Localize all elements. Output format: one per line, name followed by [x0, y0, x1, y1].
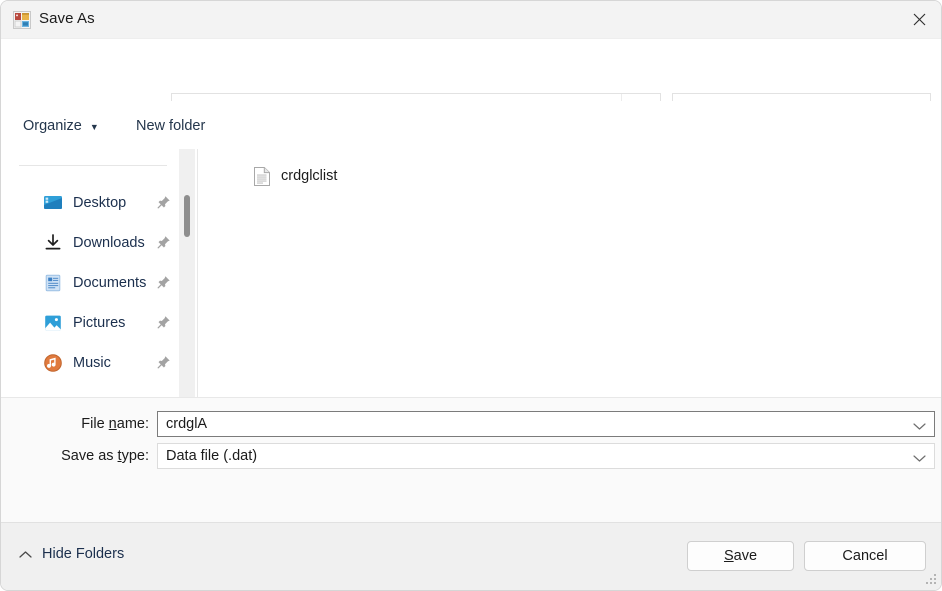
sidebar-item-documents[interactable]: Documents [1, 263, 197, 303]
new-folder-label: New folder [136, 118, 206, 134]
command-toolbar: Organize ▼ New folder [1, 101, 941, 240]
chevron-up-icon [19, 550, 32, 559]
scrollbar-thumb[interactable] [184, 195, 190, 237]
content-area: Desktop Downloads Documents Pictures Mus… [1, 149, 941, 397]
vb-form-icon [13, 11, 31, 29]
sidebar-item-desktop[interactable]: Desktop [1, 183, 197, 223]
pin-icon[interactable] [157, 315, 171, 329]
save-label-post: ave [733, 548, 758, 564]
pictures-icon [43, 313, 63, 333]
file-name-label-post: ame: [116, 416, 149, 432]
save-as-type-select[interactable]: Data file (.dat) [157, 443, 935, 469]
sidebar-scrollbar[interactable] [179, 149, 195, 397]
sidebar-item-label: Pictures [73, 315, 126, 331]
save-as-dialog: Save As Organize ▼ New folder Desktop Do… [0, 0, 942, 591]
cancel-label: Cancel [842, 548, 888, 564]
chevron-down-icon[interactable] [913, 418, 926, 436]
title-bar: Save As [1, 1, 941, 39]
resize-grip[interactable] [925, 574, 938, 587]
save-as-type-label-pre: Save as [61, 448, 118, 464]
sidebar-list: Desktop Downloads Documents Pictures Mus… [1, 183, 197, 383]
new-folder-button[interactable]: New folder [136, 113, 205, 139]
pin-icon[interactable] [157, 195, 171, 209]
document-icon [43, 273, 63, 293]
file-list-pane[interactable]: crdglclist [198, 149, 941, 397]
list-item[interactable]: crdglclist [254, 164, 337, 188]
desktop-icon [43, 193, 63, 213]
file-icon [254, 166, 270, 186]
file-name-input[interactable]: crdglA [157, 411, 935, 437]
file-name-label: crdglclist [281, 168, 338, 184]
window-title: Save As [39, 10, 95, 27]
file-name-label-text: File name: [1, 416, 149, 432]
file-name-label-pre: File [81, 416, 109, 432]
caret-down-icon: ▼ [89, 122, 99, 132]
sidebar-item-label: Desktop [73, 195, 127, 211]
download-icon [43, 233, 63, 253]
hide-folders-label: Hide Folders [42, 546, 125, 562]
save-label-accel: S [723, 548, 734, 564]
sidebar-item-label: Documents [73, 275, 147, 291]
chevron-down-icon[interactable] [913, 450, 926, 468]
sidebar-item-label: Music [73, 355, 111, 371]
sidebar-item-label: Downloads [73, 235, 145, 251]
save-form: File name: crdglA Save as type: Data fil… [1, 397, 941, 522]
pin-icon[interactable] [157, 355, 171, 369]
save-as-type-label-post: ype: [121, 448, 149, 464]
save-as-type-value: Data file (.dat) [166, 448, 258, 464]
file-name-value: crdglA [166, 416, 208, 432]
save-button[interactable]: Save [687, 541, 794, 571]
hide-folders-button[interactable]: Hide Folders [19, 546, 124, 562]
sidebar-item-music[interactable]: Music [1, 343, 197, 383]
sidebar-divider [19, 165, 167, 166]
navigation-bar: « jacqu › Documents › Accounting Search [1, 39, 941, 130]
music-icon [43, 353, 63, 373]
dialog-footer: Hide Folders Save Cancel [1, 522, 941, 590]
pin-icon[interactable] [157, 275, 171, 289]
sidebar-item-downloads[interactable]: Downloads [1, 223, 197, 263]
pin-icon[interactable] [157, 235, 171, 249]
close-icon[interactable] [896, 1, 941, 38]
sidebar-item-pictures[interactable]: Pictures [1, 303, 197, 343]
organize-button[interactable]: Organize ▼ [23, 113, 99, 139]
navigation-pane: Desktop Downloads Documents Pictures Mus… [1, 149, 197, 397]
cancel-button[interactable]: Cancel [804, 541, 926, 571]
file-name-label-accel: n [108, 416, 117, 432]
organize-label: Organize [23, 118, 82, 134]
save-as-type-label-text: Save as type: [1, 448, 149, 464]
